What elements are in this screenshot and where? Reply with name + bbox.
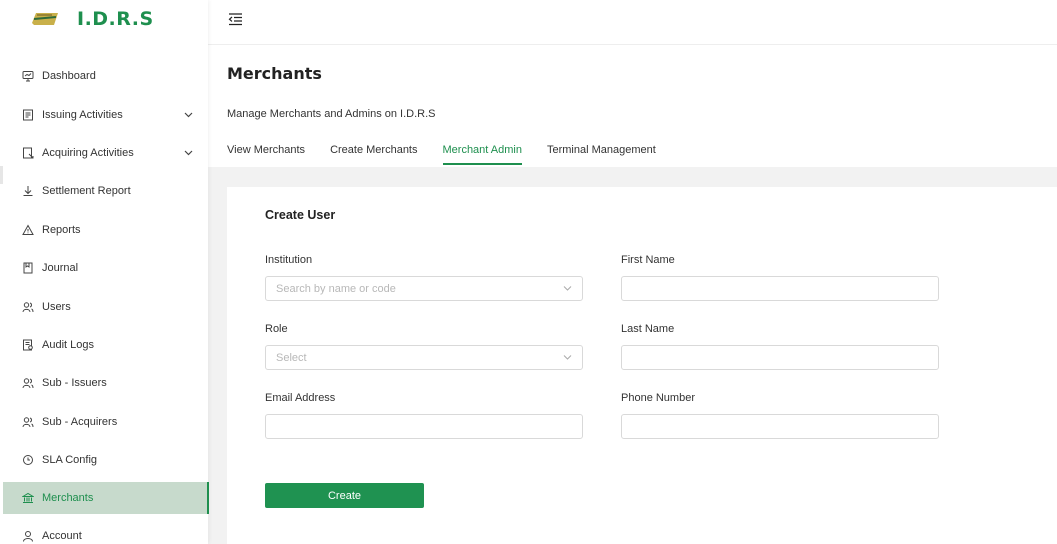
sidebar-item-label: SLA Config <box>42 454 98 467</box>
sidebar-item-users[interactable]: Users <box>0 287 208 325</box>
tab-create-merchants[interactable]: Create Merchants <box>330 144 417 165</box>
bank-icon <box>22 492 34 504</box>
users-icon <box>22 377 34 389</box>
institution-label: Institution <box>265 254 313 266</box>
sidebar-item-dashboard[interactable]: Dashboard <box>0 57 208 95</box>
email-field[interactable] <box>265 414 583 439</box>
last-name-label: Last Name <box>621 323 675 335</box>
institution-select[interactable]: Search by name or code <box>265 276 583 301</box>
menu-collapse-icon[interactable] <box>228 12 243 26</box>
role-select[interactable]: Select <box>265 345 583 370</box>
clock-icon <box>22 454 34 466</box>
brand[interactable]: I.D.R.S <box>30 6 154 32</box>
create-button[interactable]: Create <box>265 483 424 508</box>
chevron-down-icon <box>563 286 572 291</box>
sidebar-item-label: Journal <box>42 262 79 275</box>
users-icon <box>22 416 34 428</box>
sidebar-item-label: Audit Logs <box>42 338 94 351</box>
sidebar-item-acquiring-activities[interactable]: Acquiring Activities <box>0 134 208 172</box>
page-title: Merchants <box>227 64 322 83</box>
sidebar-item-label: Dashboard <box>42 70 96 83</box>
sidebar-nav: Dashboard Issuing Activities Acquiring A… <box>0 57 209 544</box>
warning-icon <box>22 224 34 236</box>
top-bar <box>208 0 1057 45</box>
create-user-card: Create User Institution Search by name o… <box>227 187 1057 544</box>
sidebar-item-settlement-report[interactable]: Settlement Report <box>0 172 208 210</box>
tab-merchant-admin[interactable]: Merchant Admin <box>442 144 522 165</box>
sidebar-item-issuing-activities[interactable]: Issuing Activities <box>0 95 208 133</box>
brand-title: I.D.R.S <box>77 8 154 30</box>
institution-placeholder: Search by name or code <box>276 282 396 295</box>
sidebar-item-label: Sub - Acquirers <box>42 415 118 428</box>
role-label: Role <box>265 323 288 335</box>
sidebar-item-label: Acquiring Activities <box>42 146 134 159</box>
phone-field[interactable] <box>621 414 939 439</box>
phone-label: Phone Number <box>621 392 695 404</box>
role-placeholder: Select <box>276 351 307 364</box>
dashboard-icon <box>22 70 34 82</box>
chevron-down-icon[interactable] <box>184 149 193 157</box>
first-name-label: First Name <box>621 254 675 266</box>
issuing-icon <box>22 109 34 121</box>
sidebar-item-label: Merchants <box>42 492 94 505</box>
form-title: Create User <box>265 208 336 222</box>
sidebar-item-audit-logs[interactable]: Audit Logs <box>0 326 208 364</box>
sidebar-item-merchants[interactable]: Merchants <box>3 482 209 515</box>
logo-icon <box>32 13 58 25</box>
sidebar-item-sub-acquirers[interactable]: Sub - Acquirers <box>0 403 208 441</box>
sidebar-item-label: Users <box>42 300 71 313</box>
account-icon <box>22 530 34 543</box>
sidebar-item-journal[interactable]: Journal <box>0 249 208 287</box>
users-icon <box>22 301 34 313</box>
sidebar-item-label: Issuing Activities <box>42 108 123 121</box>
journal-icon <box>22 262 34 274</box>
chevron-down-icon[interactable] <box>184 111 193 119</box>
page-header: Merchants Manage Merchants and Admins on… <box>208 45 1057 167</box>
sidebar-item-label: Settlement Report <box>42 185 131 198</box>
sidebar-item-label: Reports <box>42 223 81 236</box>
sidebar-item-label: Sub - Issuers <box>42 377 107 390</box>
audit-icon <box>22 339 34 351</box>
sidebar-item-account[interactable]: Account <box>0 517 208 544</box>
download-icon <box>22 185 34 197</box>
chevron-down-icon <box>563 355 572 360</box>
email-label: Email Address <box>265 392 336 404</box>
tab-terminal-management[interactable]: Terminal Management <box>547 144 656 165</box>
last-name-field[interactable] <box>621 345 939 370</box>
first-name-field[interactable] <box>621 276 939 301</box>
sidebar-item-sub-issuers[interactable]: Sub - Issuers <box>0 364 208 402</box>
sidebar-item-reports[interactable]: Reports <box>0 211 208 249</box>
page-subtitle: Manage Merchants and Admins on I.D.R.S <box>227 108 436 120</box>
tab-view-merchants[interactable]: View Merchants <box>227 144 305 165</box>
sidebar-item-sla-config[interactable]: SLA Config <box>0 441 208 479</box>
sidebar-item-label: Account <box>42 530 82 543</box>
tab-bar: View Merchants Create Merchants Merchant… <box>227 144 681 165</box>
acquiring-icon <box>22 147 34 159</box>
sidebar: I.D.R.S Dashboard Issuing Activities Acq… <box>0 0 209 544</box>
